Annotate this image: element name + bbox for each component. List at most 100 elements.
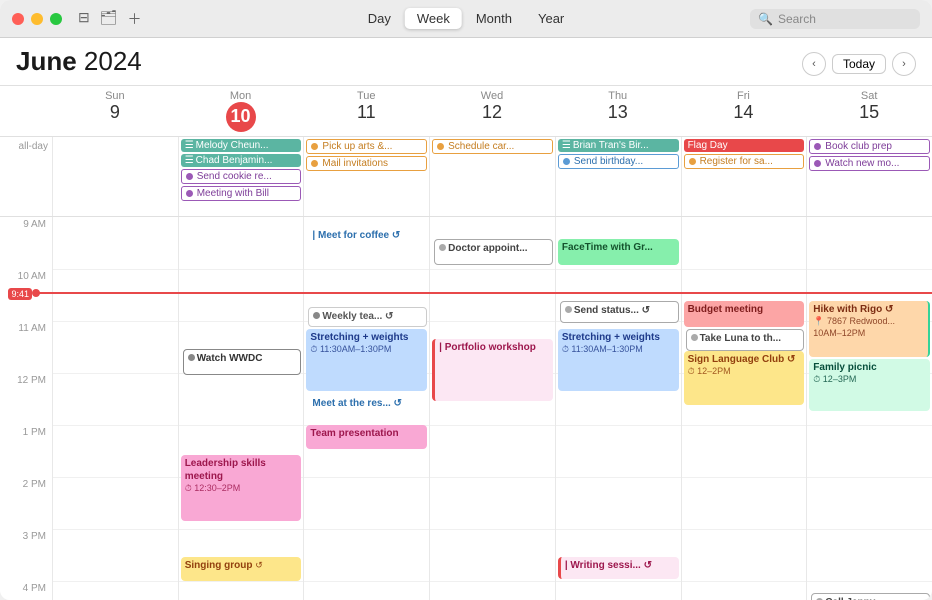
allday-tue: Pick up arts &... Mail invitations	[303, 137, 429, 216]
event-meet-at-res[interactable]: Meet at the res... ↺	[308, 395, 427, 415]
allday-event[interactable]: ☰ Melody Cheun...	[181, 139, 302, 152]
day-col-sun	[52, 217, 178, 600]
allday-fri: Flag Day Register for sa...	[681, 137, 807, 216]
day-col-wed: Doctor appoint... | Portfolio workshop	[429, 217, 555, 600]
event-singing-group[interactable]: Singing group ↺	[181, 557, 302, 581]
dot-icon	[814, 143, 821, 150]
dot-icon	[814, 160, 821, 167]
time-label-3pm: 3 PM	[0, 529, 52, 581]
time-badge: 9:41	[8, 288, 32, 300]
day-header-thu: Thu 13	[555, 86, 681, 136]
hour-line	[556, 529, 681, 530]
event-weekly-tea[interactable]: Weekly tea... ↺	[308, 307, 427, 327]
allday-row: all-day ☰ Melody Cheun... ☰ Chad Benjami…	[0, 137, 932, 217]
day-header-sun: Sun 9	[52, 86, 178, 136]
event-budget-meeting[interactable]: Budget meeting	[684, 301, 805, 327]
search-box[interactable]: 🔍 Search	[750, 9, 920, 29]
day-col-mon: Watch WWDC Leadership skills meeting ⏱ 1…	[178, 217, 304, 600]
hour-line	[807, 477, 932, 478]
allday-event[interactable]: Send birthday...	[558, 154, 679, 169]
allday-event[interactable]: Register for sa...	[684, 154, 805, 169]
dot-icon	[186, 173, 193, 180]
hour-line	[682, 477, 807, 478]
day-col-fri: Budget meeting Take Luna to th... Sign L…	[681, 217, 807, 600]
allday-label: all-day	[0, 137, 52, 216]
dot-icon	[311, 143, 318, 150]
year-view-button[interactable]: Year	[526, 8, 576, 29]
event-dot	[313, 312, 320, 319]
event-doctor-appoint[interactable]: Doctor appoint...	[434, 239, 553, 265]
allday-thu: ☰ Brian Tran's Bir... Send birthday...	[555, 137, 681, 216]
next-week-button[interactable]: ›	[892, 52, 916, 76]
event-hike-with-rigo[interactable]: Hike with Rigo ↺ 📍 7867 Redwood... 10AM–…	[809, 301, 930, 357]
calendar-icon: ☰	[562, 140, 571, 151]
event-facetime[interactable]: FaceTime with Gr...	[558, 239, 679, 265]
hour-line	[304, 269, 429, 270]
event-portfolio-workshop[interactable]: | Portfolio workshop	[432, 339, 553, 401]
add-event-icon[interactable]: ＋	[128, 9, 142, 29]
hour-line	[430, 269, 555, 270]
calendar-dot-icon: ☰	[185, 140, 194, 151]
current-time-indicator: 9:41	[0, 284, 932, 302]
day-header-fri: Fri 14	[681, 86, 807, 136]
day-header-tue: Tue 11	[303, 86, 429, 136]
event-stretching-weights-thu[interactable]: Stretching + weights ⏱ 11:30AM–1:30PM	[558, 329, 679, 391]
month-view-button[interactable]: Month	[464, 8, 524, 29]
dot-icon	[563, 158, 570, 165]
event-send-status[interactable]: Send status... ↺	[560, 301, 679, 323]
event-leadership-meeting[interactable]: Leadership skills meeting ⏱ 12:30–2PM	[181, 455, 302, 521]
today-button[interactable]: Today	[832, 54, 886, 74]
hour-line	[53, 529, 178, 530]
search-icon: 🔍	[758, 12, 773, 26]
hour-line	[556, 477, 681, 478]
calendar-dot-icon: ☰	[185, 155, 194, 166]
day-header-mon: Mon 10	[178, 86, 304, 136]
time-grid: 9:41 9 AM 10 AM 11 AM 12 PM 1 PM 2 PM 3 …	[0, 217, 932, 600]
hour-line	[53, 373, 178, 374]
hour-line	[430, 581, 555, 582]
day-view-button[interactable]: Day	[356, 8, 403, 29]
time-line	[36, 292, 932, 294]
hour-line	[430, 477, 555, 478]
hour-line	[304, 529, 429, 530]
event-writing-session[interactable]: | Writing sessi... ↺	[558, 557, 679, 579]
traffic-lights	[12, 13, 62, 25]
event-sign-language[interactable]: Sign Language Club ↺ ⏱ 12–2PM	[684, 351, 805, 405]
day-col-sat: Hike with Rigo ↺ 📍 7867 Redwood... 10AM–…	[806, 217, 932, 600]
allday-event[interactable]: ☰ Brian Tran's Bir...	[558, 139, 679, 152]
allday-mon: ☰ Melody Cheun... ☰ Chad Benjamin... Sen…	[178, 137, 304, 216]
day-col-thu: FaceTime with Gr... Send status... ↺ Str…	[555, 217, 681, 600]
event-take-luna[interactable]: Take Luna to th...	[686, 329, 805, 351]
hour-line	[682, 581, 807, 582]
inbox-icon[interactable]: 🗂	[100, 9, 118, 29]
allday-event[interactable]: Pick up arts &...	[306, 139, 427, 154]
titlebar: ⊟ 🗂 ＋ Day Week Month Year 🔍 Search	[0, 0, 932, 38]
event-meet-for-coffee[interactable]: | Meet for coffee ↺	[308, 227, 427, 247]
prev-week-button[interactable]: ‹	[802, 52, 826, 76]
allday-event[interactable]: Meeting with Bill	[181, 186, 302, 201]
allday-event[interactable]: Mail invitations	[306, 156, 427, 171]
hour-line	[179, 321, 304, 322]
hour-line	[304, 581, 429, 582]
allday-event[interactable]: Send cookie re...	[181, 169, 302, 184]
allday-event[interactable]: Book club prep	[809, 139, 930, 154]
week-view-button[interactable]: Week	[405, 8, 462, 29]
event-team-presentation[interactable]: Team presentation	[306, 425, 427, 449]
allday-event[interactable]: Watch new mo...	[809, 156, 930, 171]
allday-event[interactable]: Schedule car...	[432, 139, 553, 154]
month-year-title: June 2024	[16, 46, 142, 77]
allday-event[interactable]: Flag Day	[684, 139, 805, 152]
minimize-button[interactable]	[31, 13, 43, 25]
time-label-1pm: 1 PM	[0, 425, 52, 477]
event-stretching-weights-tue[interactable]: Stretching + weights ⏱ 11:30AM–1:30PM	[306, 329, 427, 391]
zoom-button[interactable]	[50, 13, 62, 25]
hour-line	[53, 581, 178, 582]
close-button[interactable]	[12, 13, 24, 25]
event-call-jenny[interactable]: Call Jenny	[811, 593, 930, 600]
event-watch-wwdc[interactable]: Watch WWDC	[183, 349, 302, 375]
time-label-2pm: 2 PM	[0, 477, 52, 529]
sidebar-toggle-icon[interactable]: ⊟	[78, 9, 90, 29]
hour-line	[430, 529, 555, 530]
event-family-picnic[interactable]: Family picnic ⏱ 12–3PM	[809, 359, 930, 411]
allday-event[interactable]: ☰ Chad Benjamin...	[181, 154, 302, 167]
